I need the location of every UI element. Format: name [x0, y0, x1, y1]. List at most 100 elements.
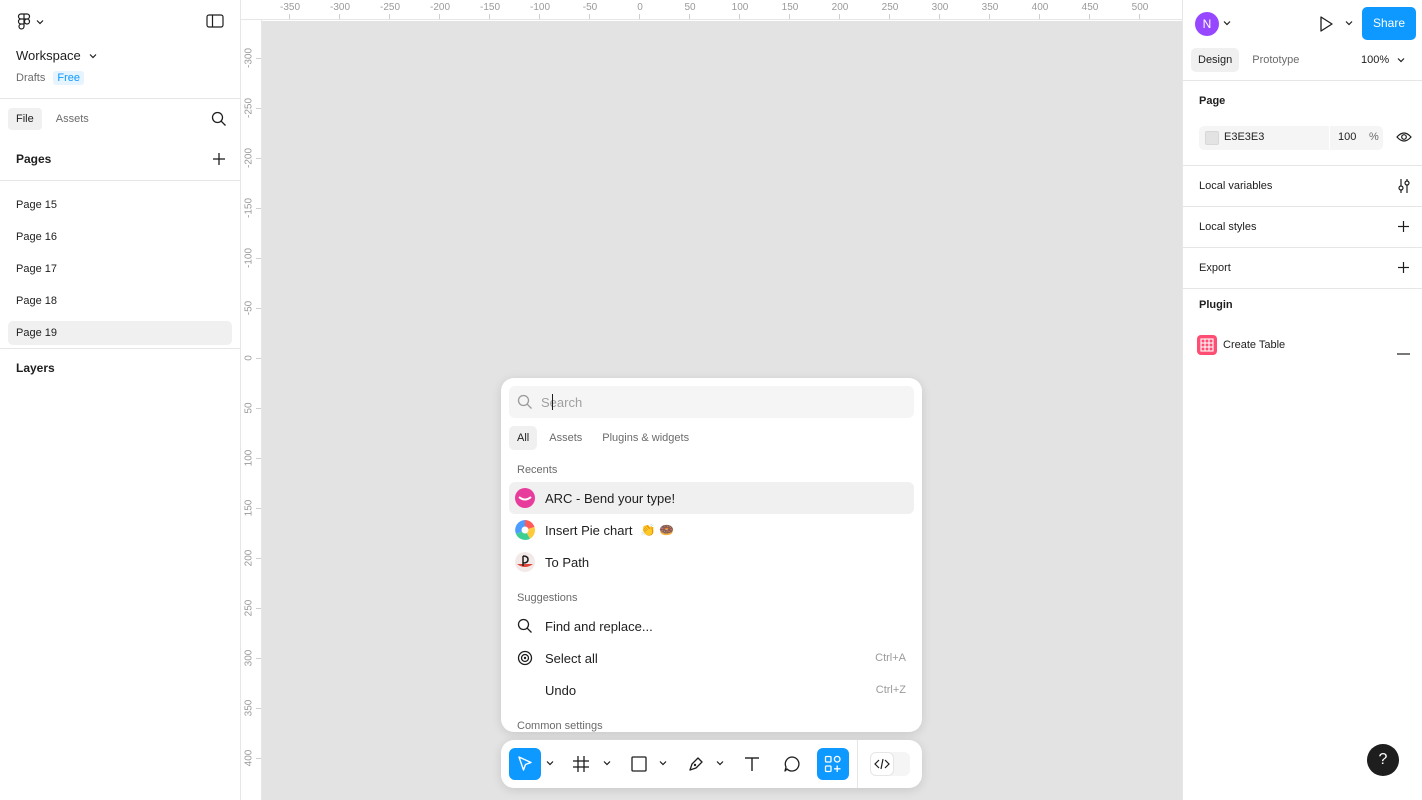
avatar[interactable]: N [1195, 12, 1219, 36]
suggestion-select-all[interactable]: Select all Ctrl+A [509, 642, 914, 674]
frame-icon [573, 756, 589, 772]
tab-assets[interactable]: Assets [541, 426, 590, 450]
tab-all[interactable]: All [509, 426, 538, 450]
chevron-down-icon[interactable] [546, 759, 554, 767]
page-item[interactable]: Page 18 [8, 289, 232, 313]
suggestion-undo[interactable]: Undo Ctrl+Z [509, 674, 914, 706]
search-input[interactable] [541, 394, 881, 410]
main-menu-button[interactable] [16, 13, 44, 31]
opacity-value[interactable]: 100 [1338, 131, 1356, 143]
add-export-button[interactable] [1397, 261, 1410, 277]
visibility-toggle[interactable] [1396, 130, 1412, 147]
sidebar-toggle-button[interactable] [206, 14, 224, 31]
ruler-label: -100 [243, 247, 255, 269]
ruler-label: -250 [379, 2, 401, 13]
ruler-label: -200 [429, 2, 451, 13]
chevron-down-icon[interactable] [1345, 19, 1353, 27]
rectangle-tool-button[interactable] [627, 748, 651, 780]
page-item[interactable]: Page 15 [8, 193, 232, 217]
page-item[interactable]: Page 16 [8, 225, 232, 249]
ruler-label: 0 [637, 2, 643, 13]
ruler-tick [1089, 14, 1090, 19]
ruler-label: 150 [781, 2, 799, 13]
ruler-label: -50 [582, 2, 598, 13]
code-icon [870, 752, 894, 776]
color-swatch[interactable] [1205, 131, 1219, 145]
recent-item-to-path[interactable]: To Path [509, 546, 914, 578]
page-item[interactable]: Page 17 [8, 257, 232, 281]
ruler-tick [256, 58, 261, 59]
page-item-selected[interactable]: Page 19 [8, 321, 232, 345]
ruler-tick [256, 258, 261, 259]
ruler-tick [589, 14, 590, 19]
tab-design[interactable]: Design [1191, 48, 1240, 72]
ruler-tick [439, 14, 440, 19]
frame-tool-button[interactable] [569, 748, 593, 780]
move-tool-button[interactable] [509, 748, 541, 780]
arc-plugin-icon [515, 488, 535, 508]
left-panel-tabs: File Assets [8, 108, 97, 130]
pen-tool-button[interactable] [684, 748, 708, 780]
ruler-label: 50 [684, 2, 696, 13]
plus-icon [213, 153, 225, 165]
ruler-label: 250 [881, 2, 899, 13]
suggestion-find-replace[interactable]: Find and replace... [509, 610, 914, 642]
comment-tool-button[interactable] [780, 748, 804, 780]
figma-logo-icon [17, 13, 31, 30]
zoom-dropdown[interactable]: 100% [1361, 54, 1405, 66]
plugin-name: Create Table [1223, 339, 1286, 351]
recent-item-pie-chart[interactable]: Insert Pie chart 👏 🍩 [509, 514, 914, 546]
page-list: Page 15 Page 16 Page 17 Page 18 Page 19 [8, 193, 232, 353]
text-tool-button[interactable] [740, 748, 764, 780]
export-label: Export [1199, 262, 1231, 274]
common-settings-header: Common settings [517, 720, 603, 732]
tab-prototype[interactable]: Prototype [1245, 48, 1306, 72]
plugin-row[interactable]: Create Table [1197, 335, 1285, 355]
ruler-label: 200 [243, 549, 255, 567]
add-style-button[interactable] [1397, 220, 1410, 236]
recent-item-arc[interactable]: ARC - Bend your type! [509, 482, 914, 514]
quick-actions-panel: All Assets Plugins & widgets Recents ARC… [501, 378, 922, 732]
quick-actions-tabs: All Assets Plugins & widgets [509, 426, 697, 450]
present-button[interactable] [1318, 15, 1334, 36]
actions-tool-button[interactable] [817, 748, 849, 780]
page-background-field[interactable]: E3E3E3 100 % [1199, 126, 1383, 150]
tab-file[interactable]: File [8, 108, 42, 130]
ruler-tick [256, 508, 261, 509]
item-label: ARC - Bend your type! [545, 490, 676, 506]
divider [0, 98, 240, 99]
share-button[interactable]: Share [1362, 7, 1416, 40]
quick-actions-search[interactable] [509, 386, 914, 418]
dev-mode-toggle[interactable] [870, 752, 910, 776]
ruler-label: 250 [243, 599, 255, 617]
page-section-heading: Page [1199, 95, 1226, 107]
ruler-label: -150 [479, 2, 501, 13]
layers-header: Layers [16, 361, 55, 375]
chevron-down-icon[interactable] [716, 759, 724, 767]
ruler-label: 350 [243, 699, 255, 717]
remove-plugin-button[interactable] [1397, 344, 1410, 358]
pen-icon [689, 757, 703, 771]
workspace-name: Workspace [16, 48, 81, 63]
chevron-down-icon[interactable] [659, 759, 667, 767]
left-panel: Workspace Drafts Free File Assets Pages … [0, 0, 241, 800]
help-button[interactable]: ? [1367, 744, 1399, 776]
search-layers-button[interactable] [211, 111, 227, 130]
tab-plugins-widgets[interactable]: Plugins & widgets [594, 426, 697, 450]
workspace-switcher[interactable]: Workspace [16, 48, 97, 63]
ruler-label: 400 [243, 749, 255, 767]
local-variables-label[interactable]: Local variables [1199, 180, 1272, 192]
tab-assets[interactable]: Assets [48, 108, 97, 130]
right-panel: N Share Design Prototype 100% Page E3E3E… [1182, 0, 1422, 800]
chevron-down-icon[interactable] [603, 759, 611, 767]
plan-badge[interactable]: Free [53, 71, 84, 85]
chevron-down-icon[interactable] [1223, 19, 1231, 27]
variables-button[interactable] [1397, 178, 1411, 197]
add-page-button[interactable] [212, 152, 226, 169]
sidebar-panel-icon [206, 14, 224, 28]
opacity-unit: % [1369, 131, 1379, 143]
drafts-link[interactable]: Drafts [16, 72, 45, 84]
to-path-plugin-icon [515, 552, 535, 572]
hex-value[interactable]: E3E3E3 [1224, 131, 1264, 143]
search-icon [211, 111, 226, 126]
